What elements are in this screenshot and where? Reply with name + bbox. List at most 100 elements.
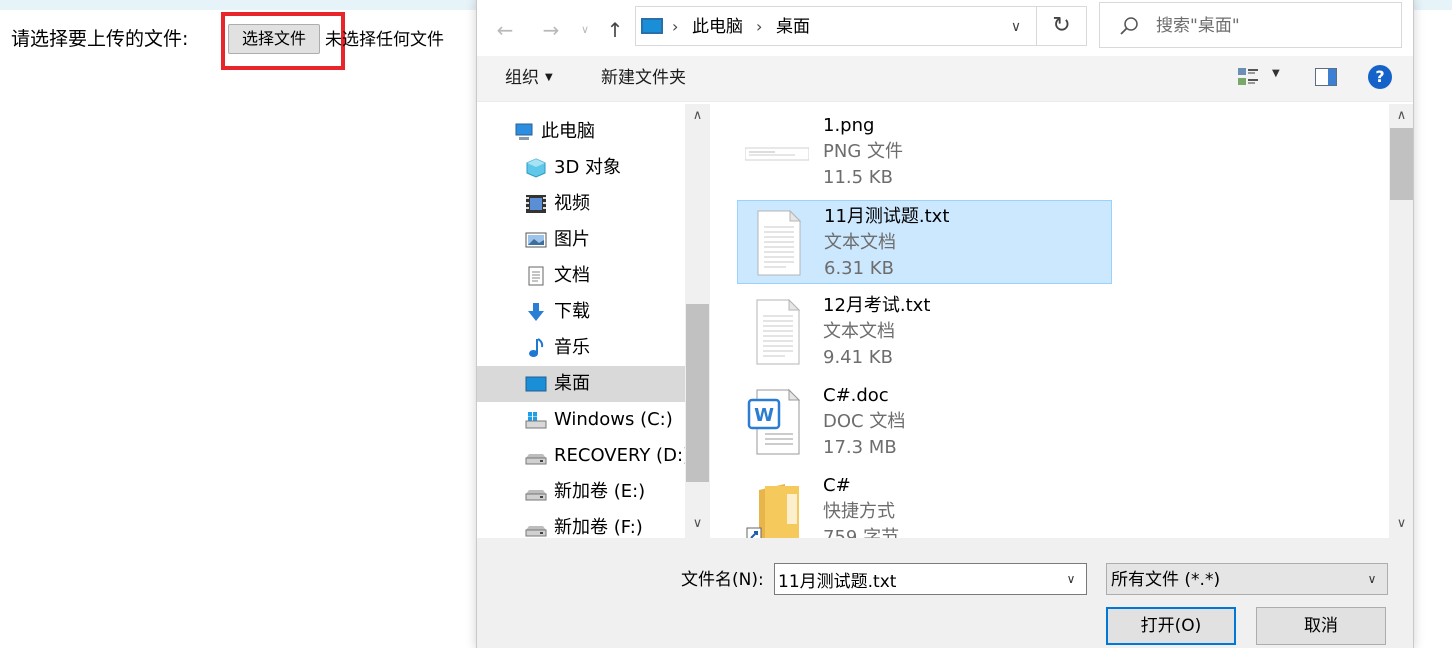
file-name-input[interactable] — [778, 567, 1048, 591]
scroll-up-icon[interactable]: ∧ — [1389, 104, 1413, 128]
file-type-select[interactable]: 所有文件 (*.*) ∨ — [1106, 563, 1388, 595]
nav-item-pictures[interactable]: 图片 — [477, 222, 685, 258]
file-name-combobox[interactable]: ∨ — [774, 563, 1087, 595]
file-item-11yue-ceshiti-txt[interactable]: 11月测试题.txt 文本文档 6.31 KB — [737, 200, 1112, 284]
file-item-csharp-doc[interactable]: W C#.doc DOC 文档 17.3 MB — [737, 380, 1112, 464]
nav-item-label: 下载 — [554, 301, 590, 322]
picture-icon — [525, 232, 547, 248]
file-size: 11.5 KB — [823, 167, 893, 188]
file-list: 1.png PNG 文件 11.5 KB 11月测试题.txt 文本文档 6.3… — [711, 104, 1389, 548]
file-size: 6.31 KB — [824, 258, 894, 279]
refresh-icon[interactable]: ↻ — [1037, 6, 1087, 46]
new-folder-button[interactable]: 新建文件夹 — [601, 66, 686, 90]
file-type: 文本文档 — [824, 232, 896, 253]
music-note-icon — [529, 338, 544, 357]
upload-prompt-label: 请选择要上传的文件: — [11, 28, 189, 50]
word-doc-icon: W — [747, 388, 801, 455]
cube-3d-icon — [526, 158, 546, 178]
breadcrumb-separator-icon[interactable]: › — [756, 16, 762, 38]
file-item-12yue-kaoshi-txt[interactable]: 12月考试.txt 文本文档 9.41 KB — [737, 290, 1112, 374]
navigation-pane: 此电脑 3D 对象 视频 图片 文档 下载 音乐 桌面 Windows (C:)… — [477, 104, 710, 538]
nav-item-music[interactable]: 音乐 — [477, 330, 685, 366]
command-toolbar: 组织 ▼ 新建文件夹 ▼ ? — [477, 56, 1413, 102]
nav-item-documents[interactable]: 文档 — [477, 258, 685, 294]
nav-item-label: 新加卷 (F:) — [554, 517, 643, 538]
scrollbar-thumb[interactable] — [686, 304, 709, 482]
preview-pane-icon[interactable] — [1315, 68, 1337, 86]
file-type-selected-value: 所有文件 (*.*) — [1111, 570, 1221, 590]
folder-shortcut-icon — [746, 484, 799, 546]
choose-file-button[interactable]: 选择文件 — [228, 24, 320, 54]
search-icon — [1120, 17, 1138, 35]
windows-drive-icon — [525, 412, 547, 429]
computer-icon — [515, 123, 533, 140]
nav-item-label: 新加卷 (E:) — [554, 481, 646, 502]
file-name-label: 文件名(N): — [681, 570, 764, 590]
nav-item-drive-c[interactable]: Windows (C:) — [477, 402, 685, 438]
nav-item-downloads[interactable]: 下载 — [477, 294, 685, 330]
nav-item-label: 桌面 — [554, 373, 590, 394]
file-size: 17.3 MB — [823, 437, 897, 458]
file-type: PNG 文件 — [823, 141, 903, 162]
cancel-button[interactable]: 取消 — [1256, 607, 1386, 645]
chevron-down-icon[interactable]: ∨ — [1363, 568, 1381, 590]
organize-menu-button[interactable]: 组织 ▼ — [505, 66, 553, 90]
scroll-down-icon[interactable]: ∨ — [685, 512, 710, 536]
nav-item-label: 音乐 — [554, 337, 590, 358]
file-name: C#.doc — [823, 385, 889, 406]
nav-item-this-pc[interactable]: 此电脑 — [477, 114, 685, 150]
breadcrumb-separator-icon[interactable]: › — [672, 16, 678, 38]
search-input[interactable] — [1156, 13, 1386, 39]
address-bar[interactable]: › 此电脑 › 桌面 ∨ — [635, 6, 1037, 46]
navigation-pane-scrollbar[interactable]: ∧ ∨ — [685, 104, 710, 538]
up-arrow-icon[interactable]: ↑ — [601, 16, 629, 44]
nav-item-label: 图片 — [554, 229, 590, 250]
recent-locations-chevron-icon[interactable]: ∨ — [571, 16, 599, 44]
download-arrow-icon — [528, 303, 544, 321]
nav-item-label: RECOVERY (D:) — [554, 445, 691, 466]
help-icon[interactable]: ? — [1368, 65, 1392, 89]
file-open-dialog: ← → ∨ ↑ › 此电脑 › 桌面 ∨ ↻ 组织 ▼ 新建文件夹 — [476, 0, 1414, 648]
file-name: C# — [823, 475, 851, 496]
dropdown-caret-icon: ▼ — [545, 72, 553, 83]
file-name: 12月考试.txt — [823, 295, 931, 316]
view-options-caret-icon[interactable]: ▼ — [1272, 68, 1280, 79]
chevron-down-icon[interactable]: ∨ — [1062, 568, 1080, 590]
image-thumbnail-icon — [745, 147, 809, 161]
document-icon — [528, 266, 544, 286]
nav-item-desktop[interactable]: 桌面 — [477, 366, 685, 402]
nav-item-label: 视频 — [554, 193, 590, 214]
no-file-selected-text: 未选择任何文件 — [325, 30, 444, 50]
organize-label: 组织 — [505, 68, 539, 88]
breadcrumb-this-pc[interactable]: 此电脑 — [692, 16, 743, 38]
search-box[interactable] — [1099, 2, 1402, 48]
desktop-icon — [525, 376, 547, 392]
scrollbar-thumb[interactable] — [1390, 128, 1413, 200]
file-name: 11月测试题.txt — [824, 206, 950, 227]
forward-arrow-icon[interactable]: → — [537, 16, 565, 44]
scroll-down-icon[interactable]: ∨ — [1389, 512, 1413, 536]
svg-text:W: W — [754, 405, 774, 426]
file-name: 1.png — [823, 115, 875, 136]
computer-icon — [641, 18, 663, 34]
nav-item-drive-d[interactable]: RECOVERY (D:) — [477, 438, 690, 474]
file-item-1-png[interactable]: 1.png PNG 文件 11.5 KB — [737, 110, 1112, 194]
file-list-scrollbar[interactable]: ∧ ∨ — [1389, 104, 1413, 538]
nav-item-label: Windows (C:) — [554, 409, 673, 430]
drive-icon — [525, 490, 547, 501]
nav-item-label: 3D 对象 — [554, 157, 622, 178]
nav-item-label: 此电脑 — [541, 121, 595, 142]
change-view-icon[interactable] — [1237, 66, 1259, 88]
back-arrow-icon[interactable]: ← — [491, 16, 519, 44]
nav-item-drive-e[interactable]: 新加卷 (E:) — [477, 474, 685, 510]
address-dropdown-chevron-icon[interactable]: ∨ — [1004, 15, 1028, 39]
nav-item-videos[interactable]: 视频 — [477, 186, 685, 222]
open-button[interactable]: 打开(O) — [1106, 607, 1236, 645]
scroll-up-icon[interactable]: ∧ — [685, 104, 710, 128]
breadcrumb-desktop[interactable]: 桌面 — [776, 16, 810, 38]
nav-item-3d-objects[interactable]: 3D 对象 — [477, 150, 685, 186]
drive-icon — [525, 454, 547, 465]
text-file-icon — [757, 209, 802, 276]
nav-item-label: 文档 — [554, 265, 590, 286]
file-type: 快捷方式 — [823, 501, 895, 522]
